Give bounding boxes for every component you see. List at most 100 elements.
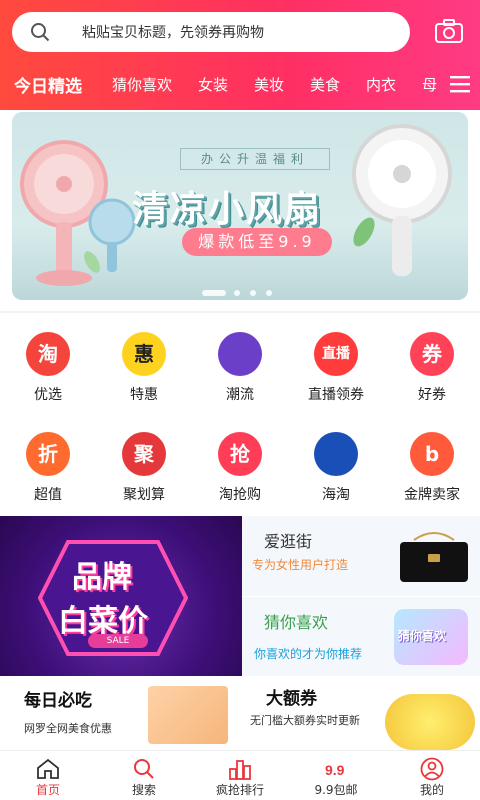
menu-icon[interactable] <box>450 74 470 94</box>
category-tabs: 今日精选 猜你喜欢 女装 美妆 美食 内衣 母 <box>0 68 480 102</box>
grid-icon-glyph: 淘 <box>38 342 58 366</box>
grid-icon-glyph: 惠 <box>134 342 154 366</box>
nav-ranking[interactable]: 疯抢排行 <box>192 751 288 800</box>
grid-item[interactable]: 抢淘抢购 <box>192 432 288 522</box>
camera-icon[interactable] <box>434 18 464 46</box>
grid-item[interactable]: 折超值 <box>0 432 96 522</box>
rush-icon: 抢 <box>218 432 262 476</box>
shopping-subtitle: 专为女性用户打造 <box>252 558 349 572</box>
profile-icon <box>420 757 444 781</box>
grid-item-label: 直播领券 <box>308 387 364 403</box>
recommend-card[interactable]: 猜你喜欢 你喜欢的才为你推荐 猜你喜欢 <box>242 596 480 676</box>
nav-home-label: 首页 <box>35 783 60 797</box>
tab-food[interactable]: 美食 <box>310 74 340 95</box>
recommend-subtitle: 你喜欢的才为你推荐 <box>254 647 363 661</box>
coupon-image[interactable] <box>385 694 475 750</box>
grid-item[interactable]: 潮流 <box>192 332 288 422</box>
grid-item[interactable]: b 金牌卖家 <box>384 432 480 522</box>
grid-icon-glyph: 折 <box>38 442 58 466</box>
grid-item-label: 海淘 <box>322 487 350 503</box>
search-icon <box>31 23 50 42</box>
grid-item-label: 好券 <box>418 387 446 403</box>
tab-guess-like[interactable]: 猜你喜欢 <box>112 74 172 95</box>
feature-strip: 每日必吃 网罗全网美食优惠 大额券 无门槛大额券实时更新 <box>0 676 480 750</box>
handbag-image <box>400 532 468 582</box>
carousel-indicator <box>202 290 302 298</box>
shopping-card[interactable]: 爱逛街 专为女性用户打造 <box>242 516 480 596</box>
nav-nine-nine-label: 9.9包邮 <box>314 783 358 797</box>
search-placeholder: 粘贴宝贝标题，先领券再购物 <box>82 25 264 41</box>
nav-profile[interactable]: 我的 <box>384 751 480 800</box>
brand-title-line1: 品牌 <box>72 560 132 595</box>
grid-item[interactable]: 券好券 <box>384 332 480 422</box>
nav-search[interactable]: 搜索 <box>96 751 192 800</box>
promo-banner[interactable]: 办公升温福利 清凉小风扇 爆款低至9.9 <box>12 112 468 300</box>
carousel-dot <box>250 290 256 296</box>
carousel-dot <box>266 290 272 296</box>
grid-item[interactable]: 惠特惠 <box>96 332 192 422</box>
tab-underwear[interactable]: 内衣 <box>366 74 396 95</box>
banner-subtitle: 办公升温福利 <box>180 148 330 170</box>
nav-ranking-label: 疯抢排行 <box>215 783 264 797</box>
gold-seller-icon: b <box>410 432 454 476</box>
grid-item[interactable]: 直播 直播领券 <box>288 332 384 422</box>
grid-icon-glyph: 直播 <box>322 346 350 362</box>
tab-womens-wear[interactable]: 女装 <box>198 74 228 95</box>
grid-item-label: 金牌卖家 <box>404 487 460 503</box>
grid-icon-glyph <box>218 332 262 376</box>
grid-item-label: 潮流 <box>226 387 254 403</box>
grid-icon-glyph: b <box>424 442 440 466</box>
carousel-dot-active <box>202 290 226 296</box>
coupon-icon: 券 <box>410 332 454 376</box>
food-image[interactable] <box>148 686 228 744</box>
home-icon <box>37 758 59 779</box>
haitao-icon <box>314 432 358 476</box>
grid-item-label: 特惠 <box>130 387 158 403</box>
grid-icon-glyph: 券 <box>422 342 442 366</box>
nav-search-label: 搜索 <box>131 783 156 797</box>
svg-text:9.9: 9.9 <box>325 762 345 778</box>
grid-item-label: 聚划算 <box>123 487 165 503</box>
nav-profile-label: 我的 <box>419 783 444 797</box>
grid-item-label: 淘抢购 <box>219 487 261 503</box>
nav-home[interactable]: 首页 <box>0 751 96 800</box>
big-coupon-title[interactable]: 大额券 <box>266 684 317 709</box>
bottom-navigation: 首页 搜索 疯抢排行 9.9 9.9包邮 我的 <box>0 750 480 800</box>
search-icon <box>134 759 154 779</box>
banner-title: 清凉小风扇 <box>132 189 323 230</box>
daily-food-subtitle: 网罗全网美食优惠 <box>24 722 112 735</box>
recommend-title: 猜你喜欢 <box>264 613 329 632</box>
carousel-dot <box>234 290 240 296</box>
divider <box>0 311 480 313</box>
tab-today[interactable]: 今日精选 <box>14 72 82 97</box>
grid-icon-glyph: 抢 <box>230 442 250 466</box>
search-input[interactable]: 粘贴宝贝标题，先领券再购物 <box>12 12 410 52</box>
discount-icon: 折 <box>26 432 70 476</box>
banner-price-tag: 爆款低至9.9 <box>182 228 332 256</box>
grid-item[interactable]: 淘优选 <box>0 332 96 422</box>
nine-nine-icon: 9.9 <box>325 762 345 778</box>
big-coupon-subtitle: 无门槛大额券实时更新 <box>250 714 360 727</box>
grid-item[interactable]: 聚聚划算 <box>96 432 192 522</box>
recommend-badge-image: 猜你喜欢 <box>394 609 468 665</box>
shopping-title: 爱逛街 <box>264 532 313 551</box>
trend-icon <box>218 332 262 376</box>
ranking-icon <box>229 760 251 780</box>
recommend-badge-text: 猜你喜欢 <box>398 629 447 643</box>
nav-nine-nine[interactable]: 9.9 9.9包邮 <box>288 751 384 800</box>
grid-item-label: 优选 <box>34 387 62 403</box>
grid-icon-glyph: 聚 <box>134 442 154 466</box>
juhuasuan-icon: 聚 <box>122 432 166 476</box>
grid-icon-glyph <box>314 432 358 476</box>
daily-food-title[interactable]: 每日必吃 <box>24 686 92 711</box>
live-icon: 直播 <box>314 332 358 376</box>
header-bar: 粘贴宝贝标题，先领券再购物 今日精选 猜你喜欢 女装 美妆 美食 内衣 母 <box>0 0 480 110</box>
grid-item-label: 超值 <box>34 487 62 503</box>
hui-icon: 惠 <box>122 332 166 376</box>
tao-icon: 淘 <box>26 332 70 376</box>
sale-badge: SALE <box>88 634 148 648</box>
tab-mother-baby[interactable]: 母 <box>422 74 437 95</box>
tab-beauty[interactable]: 美妆 <box>254 74 284 95</box>
brand-cabbage-price-banner[interactable]: 品牌 白菜价 SALE <box>0 516 242 676</box>
grid-item[interactable]: 海淘 <box>288 432 384 522</box>
